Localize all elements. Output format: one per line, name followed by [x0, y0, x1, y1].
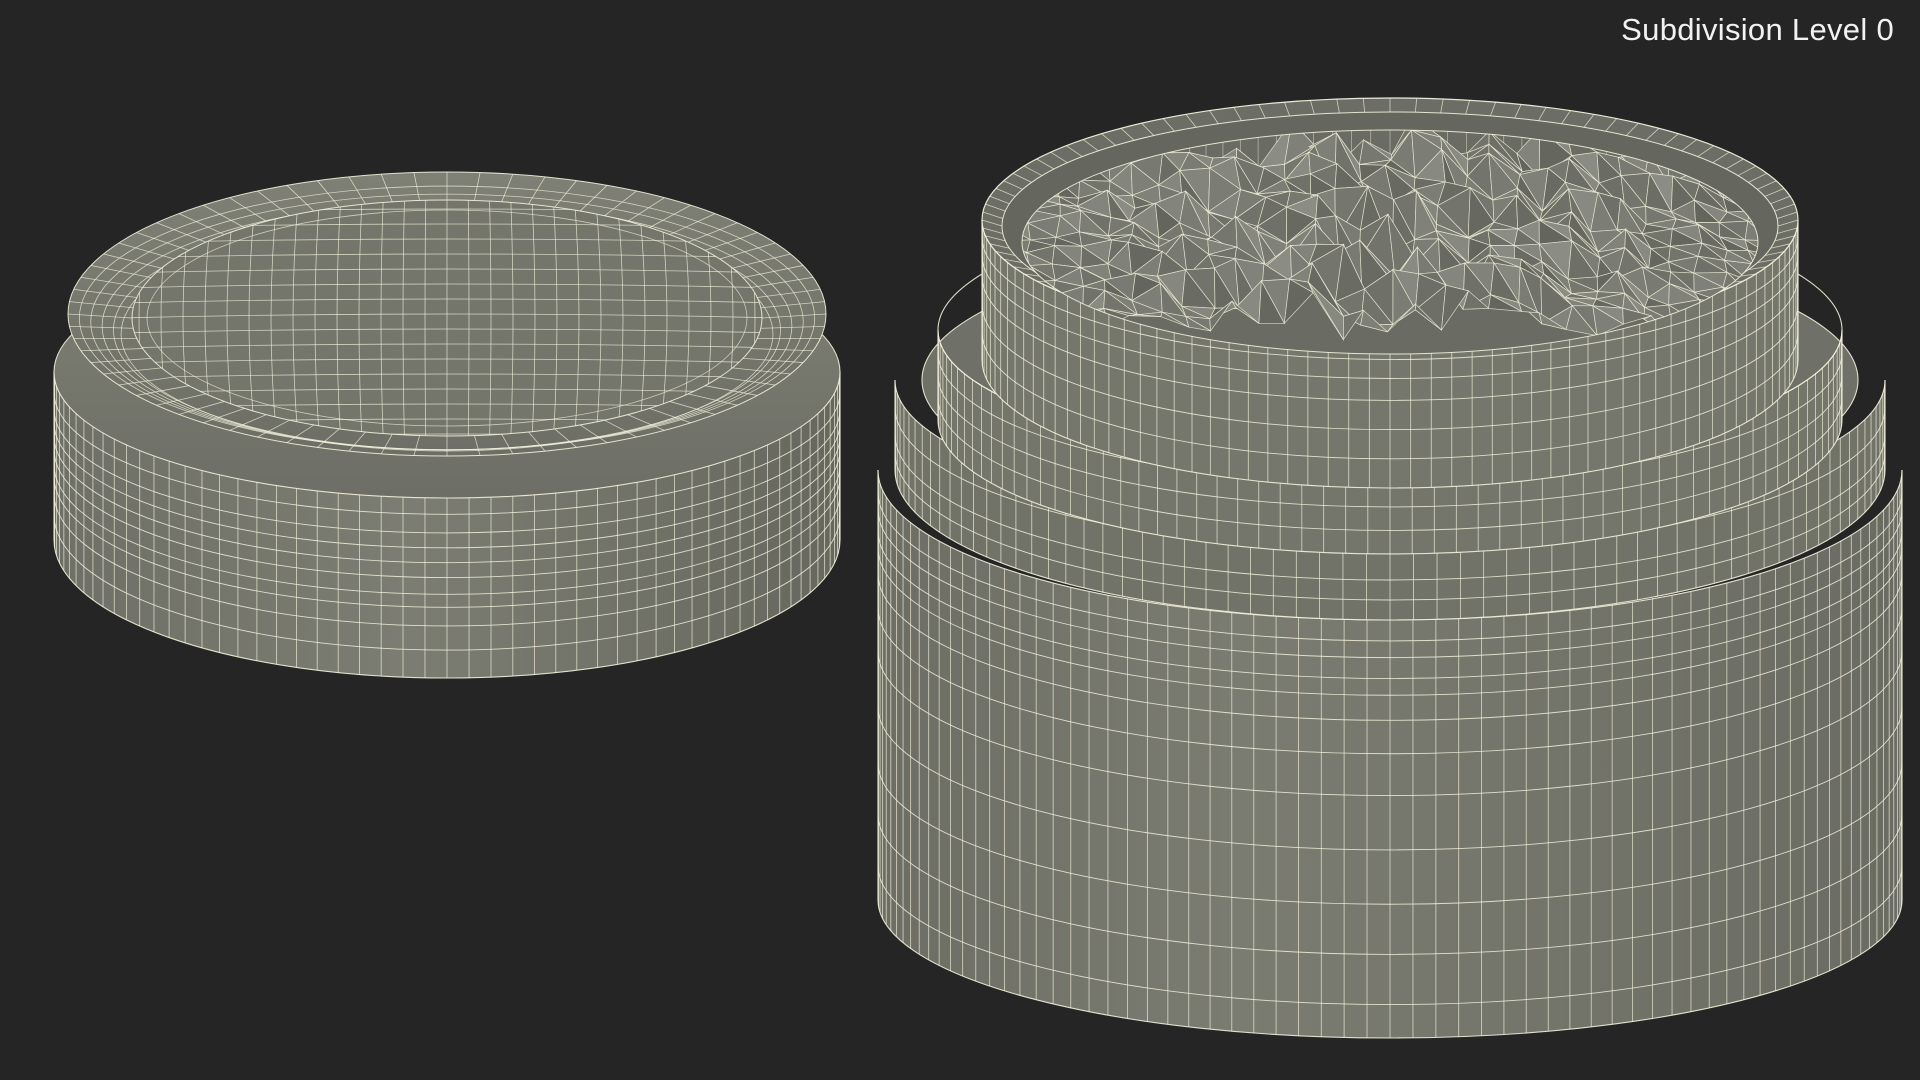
wireframe-scene: [53, 97, 1903, 1039]
jar-lid[interactable]: [53, 171, 841, 679]
3d-viewport[interactable]: Subdivision Level 0: [0, 0, 1920, 1080]
jar-body[interactable]: [877, 97, 1903, 1039]
subdivision-level-label: Subdivision Level 0: [1621, 12, 1894, 47]
